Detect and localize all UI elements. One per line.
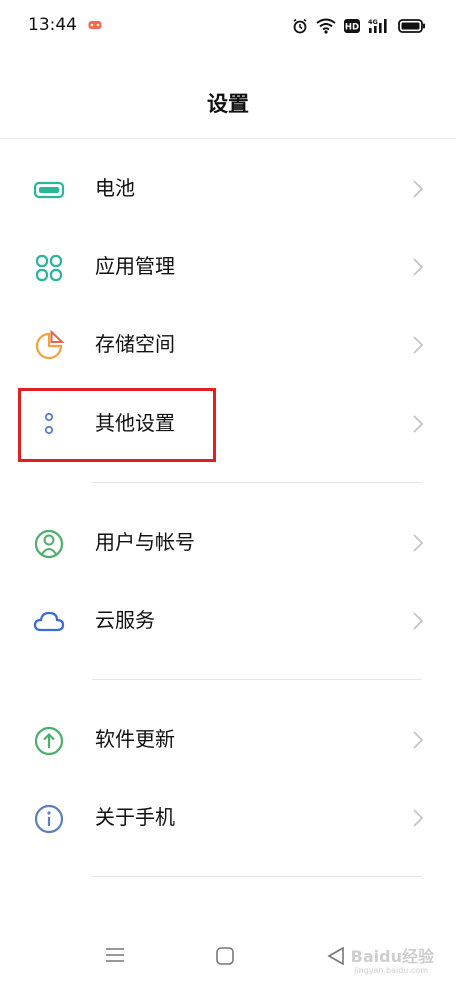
cloud-icon xyxy=(33,611,65,632)
settings-item-label: 软件更新 xyxy=(95,727,175,751)
wifi-icon xyxy=(316,18,336,34)
signal-4g-icon: 4G xyxy=(368,18,387,33)
chevron-right-icon xyxy=(413,612,424,630)
chevron-right-icon xyxy=(413,809,424,827)
apps-icon xyxy=(35,254,63,282)
chevron-right-icon xyxy=(413,731,424,749)
settings-item-label: 用户与帐号 xyxy=(95,530,195,554)
header: 设置 xyxy=(0,52,456,139)
chevron-right-icon xyxy=(413,258,424,276)
settings-item-user-account[interactable]: 用户与帐号 xyxy=(0,504,456,582)
chevron-right-icon xyxy=(413,534,424,552)
alarm-icon xyxy=(293,18,307,34)
settings-item-label: 云服务 xyxy=(95,608,155,632)
settings-item-app-management[interactable]: 应用管理 xyxy=(0,228,456,306)
settings-item-label: 应用管理 xyxy=(95,254,175,278)
battery-icon xyxy=(398,19,425,33)
hd-icon: HD xyxy=(344,19,360,33)
menu-icon[interactable] xyxy=(104,945,126,965)
update-icon xyxy=(34,726,64,756)
settings-item-label: 关于手机 xyxy=(95,805,175,829)
settings-item-about-phone[interactable]: 关于手机 xyxy=(0,779,456,857)
status-bar: 13:44 HD 4G xyxy=(0,0,456,52)
section-divider xyxy=(92,876,422,877)
settings-item-storage[interactable]: 存储空间 xyxy=(0,306,456,384)
section-divider xyxy=(92,482,422,483)
user-icon xyxy=(34,529,64,559)
page-title: 设置 xyxy=(207,92,249,116)
section-divider xyxy=(92,679,422,680)
settings-item-cloud-service[interactable]: 云服务 xyxy=(0,582,456,660)
svg-text:4G: 4G xyxy=(368,18,378,26)
settings-item-software-update[interactable]: 软件更新 xyxy=(0,701,456,779)
storage-icon xyxy=(35,329,65,360)
game-icon xyxy=(88,21,102,29)
settings-item-label: 电池 xyxy=(95,176,135,200)
status-time: 13:44 xyxy=(28,15,77,35)
settings-item-label: 存储空间 xyxy=(95,332,175,356)
battery-icon xyxy=(33,181,65,199)
chevron-right-icon xyxy=(413,415,424,433)
info-icon xyxy=(34,804,64,834)
watermark: Baidu经验 xyxy=(350,947,434,966)
back-icon[interactable] xyxy=(326,945,346,967)
highlight-box xyxy=(18,388,216,462)
settings-item-battery[interactable]: 电池 xyxy=(0,150,456,228)
home-icon[interactable] xyxy=(215,946,235,966)
watermark-url: jingyan.baidu.com xyxy=(354,966,428,975)
chevron-right-icon xyxy=(413,180,424,198)
status-icons: HD 4G xyxy=(292,16,426,36)
chevron-right-icon xyxy=(413,336,424,354)
svg-text:HD: HD xyxy=(345,23,359,33)
